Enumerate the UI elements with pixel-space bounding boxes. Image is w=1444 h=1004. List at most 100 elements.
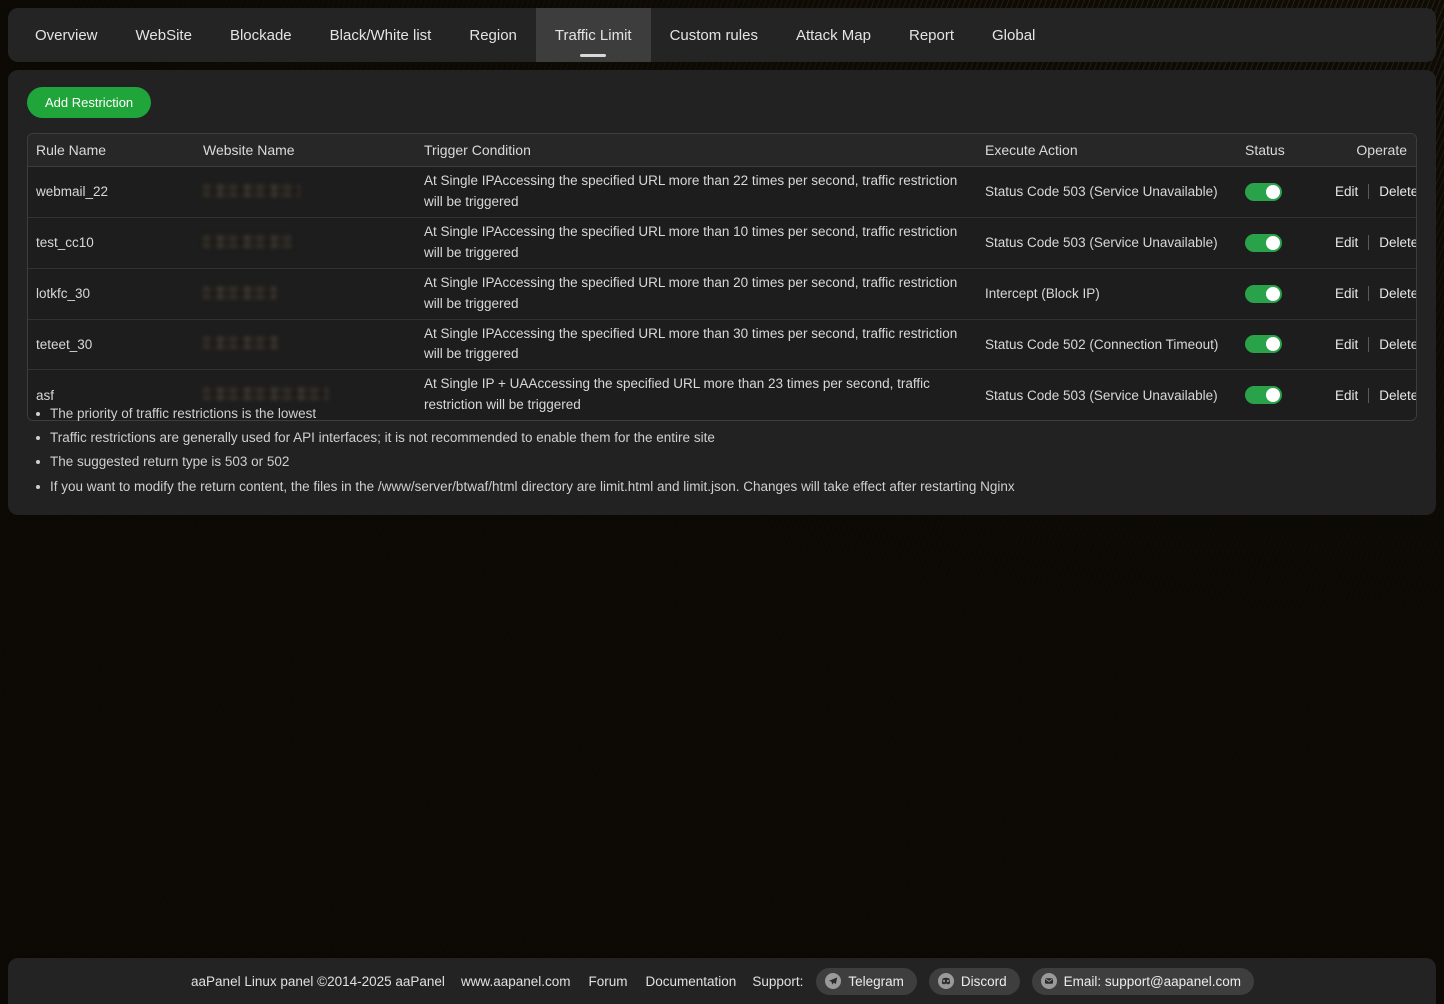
edit-link[interactable]: Edit: [1335, 235, 1358, 250]
tab-blockade[interactable]: Blockade: [211, 8, 311, 62]
delete-link[interactable]: Delete: [1368, 184, 1417, 199]
column-header-website-name: Website Name: [195, 142, 416, 158]
website-name-cell: [195, 282, 416, 306]
website-name-redacted: [203, 235, 292, 248]
footer-link-documentation[interactable]: Documentation: [646, 974, 737, 989]
website-name-cell: [195, 180, 416, 204]
email-label: Email: support@aapanel.com: [1064, 974, 1241, 989]
operate-cell: Edit Delete: [1327, 180, 1417, 203]
tab-global[interactable]: Global: [973, 8, 1054, 62]
status-cell: [1237, 331, 1327, 357]
status-cell: [1237, 230, 1327, 256]
tab-label: Attack Map: [796, 27, 871, 44]
rule-name-cell: test_cc10: [28, 231, 195, 254]
status-toggle[interactable]: [1245, 386, 1282, 404]
status-toggle[interactable]: [1245, 285, 1282, 303]
tab-region[interactable]: Region: [450, 8, 536, 62]
telegram-icon: [825, 973, 841, 989]
website-name-cell: [195, 231, 416, 255]
table-header-row: Rule Name Website Name Trigger Condition…: [28, 134, 1416, 167]
tab-black-white-list[interactable]: Black/White list: [311, 8, 451, 62]
discord-label: Discord: [961, 974, 1007, 989]
execute-action-cell: Status Code 503 (Service Unavailable): [977, 180, 1237, 203]
status-cell: [1237, 382, 1327, 408]
tab-label: Global: [992, 27, 1035, 44]
tab-label: Overview: [35, 27, 98, 44]
tab-attack-map[interactable]: Attack Map: [777, 8, 890, 62]
status-toggle[interactable]: [1245, 234, 1282, 252]
email-button[interactable]: Email: support@aapanel.com: [1032, 968, 1254, 995]
operate-cell: Edit Delete: [1327, 384, 1417, 407]
edit-link[interactable]: Edit: [1335, 388, 1358, 403]
status-toggle[interactable]: [1245, 183, 1282, 201]
edit-link[interactable]: Edit: [1335, 286, 1358, 301]
traffic-limit-panel: Add Restriction Rule Name Website Name T…: [8, 70, 1436, 515]
trigger-condition-cell: At Single IPAccessing the specified URL …: [416, 320, 977, 370]
table-row: lotkfc_30 At Single IPAccessing the spec…: [28, 269, 1416, 320]
execute-action-cell: Intercept (Block IP): [977, 282, 1237, 305]
rule-name-cell: webmail_22: [28, 180, 195, 203]
trigger-condition-cell: At Single IPAccessing the specified URL …: [416, 218, 977, 268]
status-cell: [1237, 281, 1327, 307]
rule-name-cell: teteet_30: [28, 333, 195, 356]
table-row: teteet_30 At Single IPAccessing the spec…: [28, 320, 1416, 371]
active-tab-indicator: [580, 54, 606, 57]
trigger-condition-cell: At Single IPAccessing the specified URL …: [416, 167, 977, 217]
delete-link[interactable]: Delete: [1368, 337, 1417, 352]
website-name-redacted: [203, 387, 328, 400]
telegram-label: Telegram: [848, 974, 904, 989]
delete-link[interactable]: Delete: [1368, 286, 1417, 301]
website-name-redacted: [203, 184, 300, 197]
tab-label: Report: [909, 27, 954, 44]
telegram-button[interactable]: Telegram: [816, 968, 917, 995]
tab-label: Region: [469, 27, 517, 44]
rule-name-cell: lotkfc_30: [28, 282, 195, 305]
tab-website[interactable]: WebSite: [117, 8, 211, 62]
notes-list: The priority of traffic restrictions is …: [32, 407, 1015, 504]
footer-link-forum[interactable]: Forum: [589, 974, 628, 989]
edit-link[interactable]: Edit: [1335, 337, 1358, 352]
column-header-rule-name: Rule Name: [28, 142, 195, 158]
add-restriction-button[interactable]: Add Restriction: [27, 87, 151, 118]
tab-custom-rules[interactable]: Custom rules: [651, 8, 777, 62]
website-name-cell: [195, 383, 416, 407]
note-item: Traffic restrictions are generally used …: [32, 431, 1015, 445]
website-name-redacted: [203, 286, 276, 299]
operate-cell: Edit Delete: [1327, 231, 1417, 254]
note-item: The priority of traffic restrictions is …: [32, 407, 1015, 421]
discord-icon: [938, 973, 954, 989]
note-item: If you want to modify the return content…: [32, 480, 1015, 494]
tab-report[interactable]: Report: [890, 8, 973, 62]
execute-action-cell: Status Code 503 (Service Unavailable): [977, 384, 1237, 407]
website-name-cell: [195, 332, 416, 356]
column-header-operate: Operate: [1327, 142, 1416, 158]
execute-action-cell: Status Code 502 (Connection Timeout): [977, 333, 1237, 356]
tab-overview[interactable]: Overview: [16, 8, 117, 62]
status-cell: [1237, 179, 1327, 205]
discord-button[interactable]: Discord: [929, 968, 1020, 995]
support-label: Support:: [752, 974, 803, 989]
execute-action-cell: Status Code 503 (Service Unavailable): [977, 231, 1237, 254]
status-toggle[interactable]: [1245, 335, 1282, 353]
tab-label: Black/White list: [330, 27, 432, 44]
tab-label: WebSite: [136, 27, 192, 44]
copyright-text: aaPanel Linux panel ©2014-2025 aaPanel: [191, 974, 445, 989]
delete-link[interactable]: Delete: [1368, 235, 1417, 250]
edit-link[interactable]: Edit: [1335, 184, 1358, 199]
email-icon: [1041, 973, 1057, 989]
footer-link-website[interactable]: www.aapanel.com: [461, 974, 571, 989]
table-row: webmail_22 At Single IPAccessing the spe…: [28, 167, 1416, 218]
table-row: test_cc10 At Single IPAccessing the spec…: [28, 218, 1416, 269]
tab-label: Custom rules: [670, 27, 758, 44]
delete-link[interactable]: Delete: [1368, 388, 1417, 403]
operate-cell: Edit Delete: [1327, 282, 1417, 305]
tab-traffic-limit[interactable]: Traffic Limit: [536, 8, 651, 62]
rule-name-cell: asf: [28, 384, 195, 407]
website-name-redacted: [203, 336, 278, 349]
trigger-condition-cell: At Single IPAccessing the specified URL …: [416, 269, 977, 319]
footer: aaPanel Linux panel ©2014-2025 aaPanel w…: [8, 958, 1436, 1004]
tab-label: Blockade: [230, 27, 292, 44]
column-header-trigger-condition: Trigger Condition: [416, 142, 977, 158]
rules-table: Rule Name Website Name Trigger Condition…: [27, 133, 1417, 421]
column-header-status: Status: [1237, 142, 1327, 158]
